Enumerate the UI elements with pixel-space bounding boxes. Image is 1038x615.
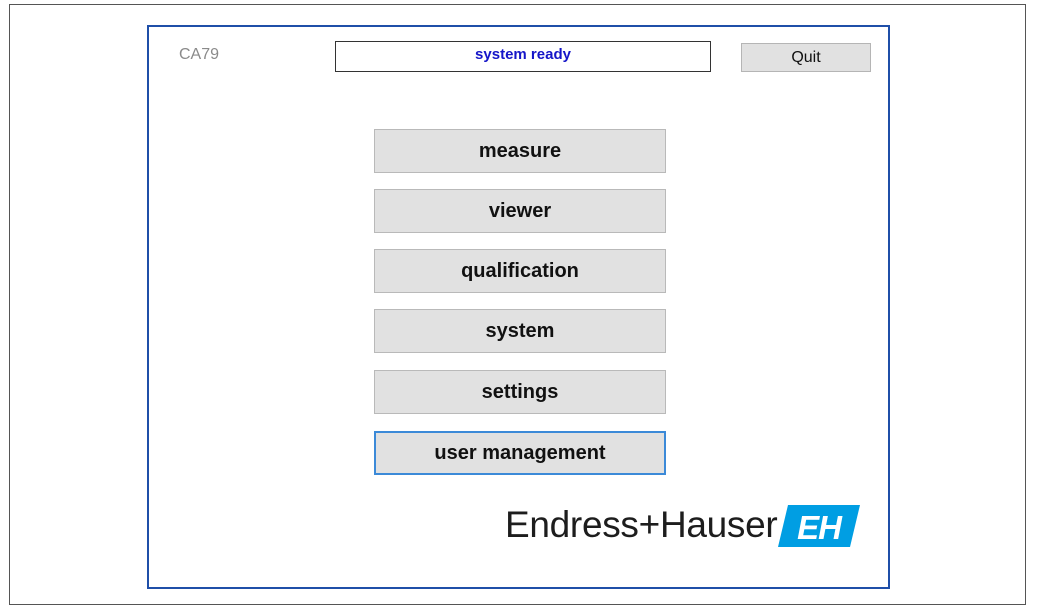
measure-button[interactable]: measure (374, 129, 666, 173)
settings-button[interactable]: settings (374, 370, 666, 414)
viewer-button[interactable]: viewer (374, 189, 666, 233)
system-button[interactable]: system (374, 309, 666, 353)
company-name: Endress+Hauser (505, 504, 778, 545)
app-title: CA79 (179, 46, 220, 63)
quit-button[interactable]: Quit (741, 43, 871, 72)
status-display: system ready (335, 41, 711, 72)
endress-hauser-logo-icon: EH (778, 505, 860, 547)
qualification-button[interactable]: qualification (374, 249, 666, 293)
app-window: CA79 system ready Quit measure viewer qu… (147, 25, 890, 589)
svg-text:EH: EH (797, 509, 843, 546)
user-management-button[interactable]: user management (374, 431, 666, 475)
